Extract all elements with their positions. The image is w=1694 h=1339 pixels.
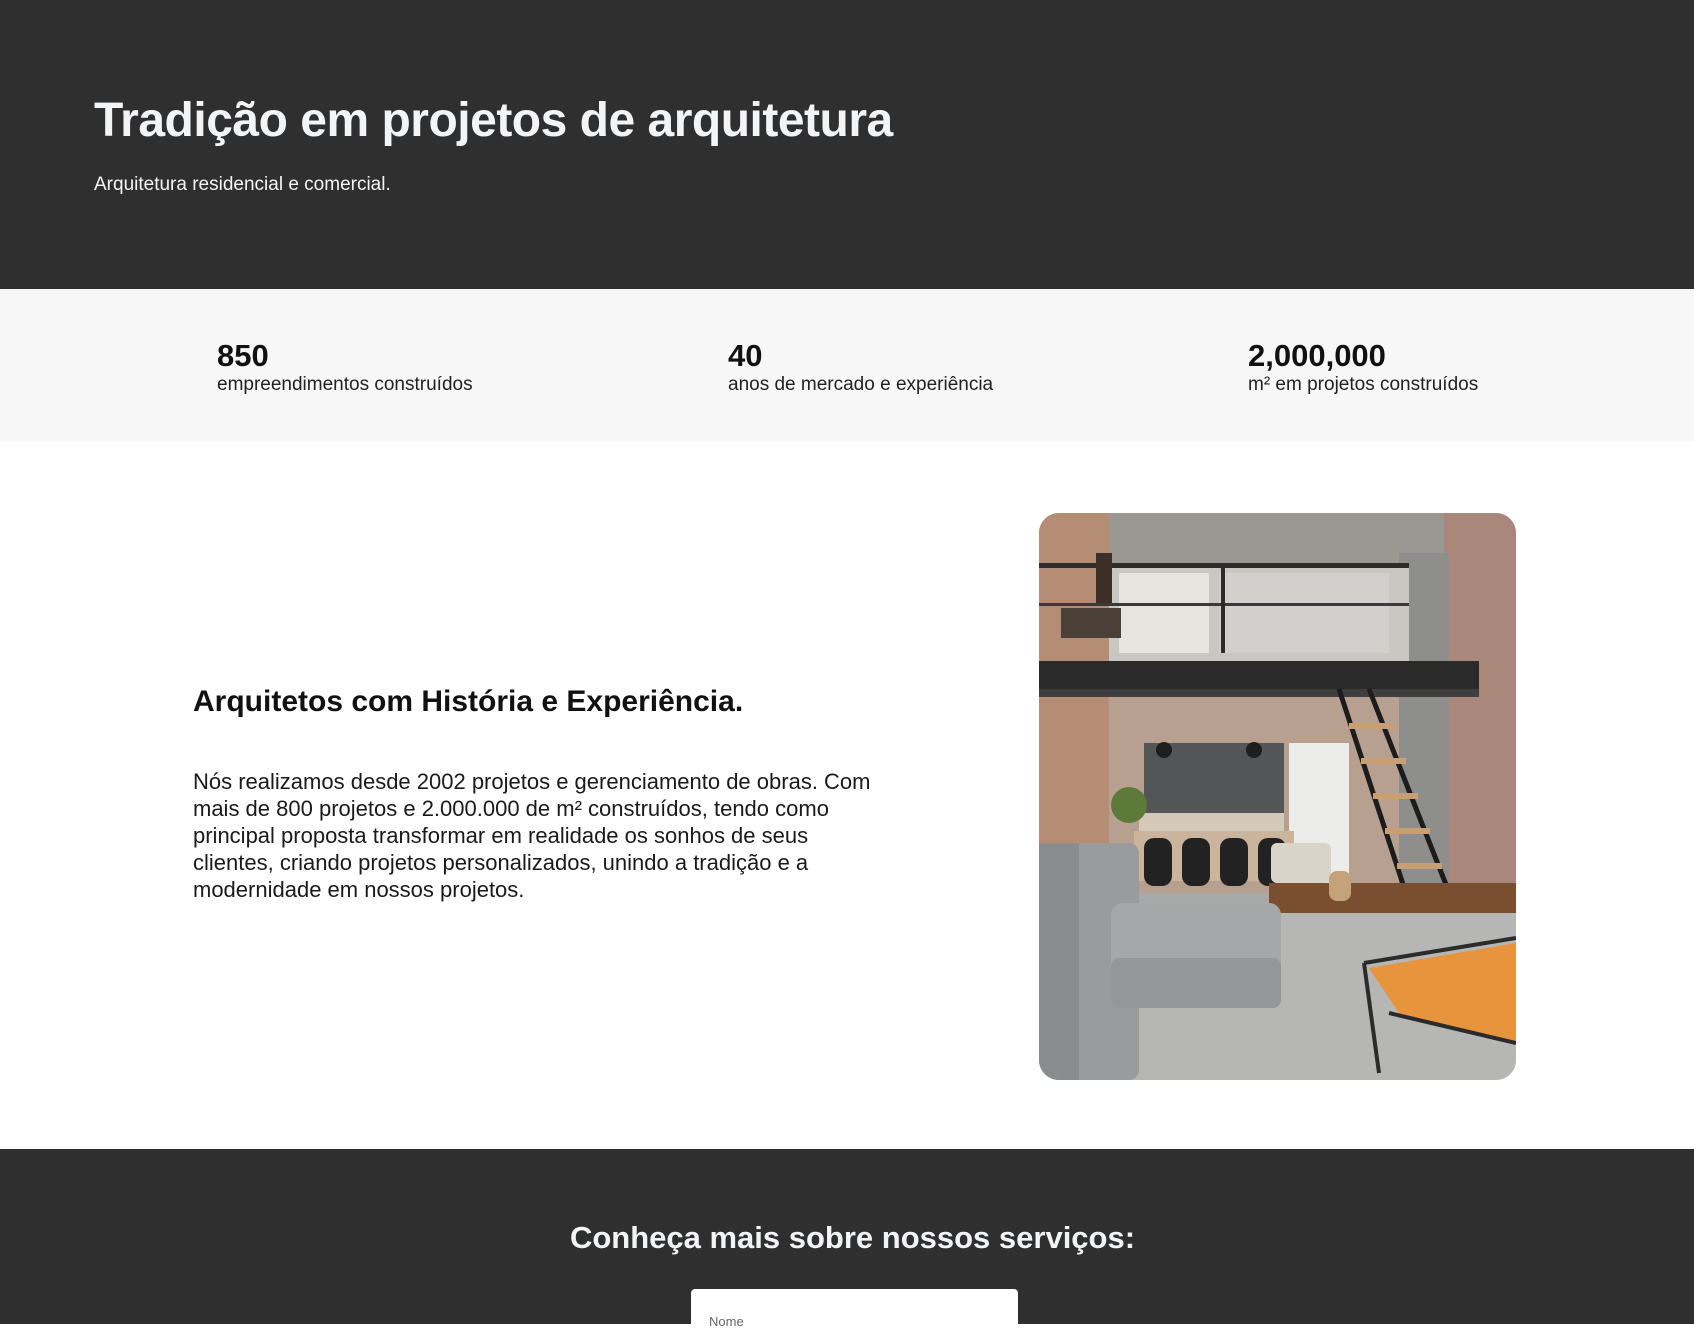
about-section: Arquitetos com História e Experiência. N…: [0, 442, 1694, 1149]
stat-value: 2,000,000: [1248, 338, 1386, 373]
stats-section: 850 empreendimentos construídos 40 anos …: [0, 289, 1694, 442]
stat-label: m² em projetos construídos: [1248, 374, 1479, 395]
interior-photo: [1039, 513, 1516, 1080]
stat-value: 850: [217, 338, 269, 373]
about-heading: Arquitetos com História e Experiência.: [193, 685, 744, 718]
contact-section: Conheça mais sobre nossos serviços:: [0, 1149, 1694, 1339]
stat-label: anos de mercado e experiência: [728, 374, 994, 395]
stat-value: 40: [728, 338, 763, 373]
hero-subtitle: Arquitetura residencial e comercial.: [94, 174, 391, 195]
name-input[interactable]: [691, 1289, 1018, 1339]
stat-projects: 850 empreendimentos construídos: [217, 338, 473, 396]
about-paragraph: Nós realizamos desde 2002 projetos e ger…: [193, 769, 871, 902]
stat-area: 2,000,000 m² em projetos construídos: [1248, 338, 1478, 396]
hero-title: Tradição em projetos de arquitetura: [94, 94, 893, 147]
loft-interior-illustration: [1039, 513, 1516, 1080]
stat-label: empreendimentos construídos: [217, 374, 473, 395]
contact-heading: Conheça mais sobre nossos serviços:: [569, 1220, 1136, 1255]
stat-years: 40 anos de mercado e experiência: [728, 338, 993, 396]
hero-section: Tradição em projetos de arquitetura Arqu…: [0, 0, 1694, 289]
